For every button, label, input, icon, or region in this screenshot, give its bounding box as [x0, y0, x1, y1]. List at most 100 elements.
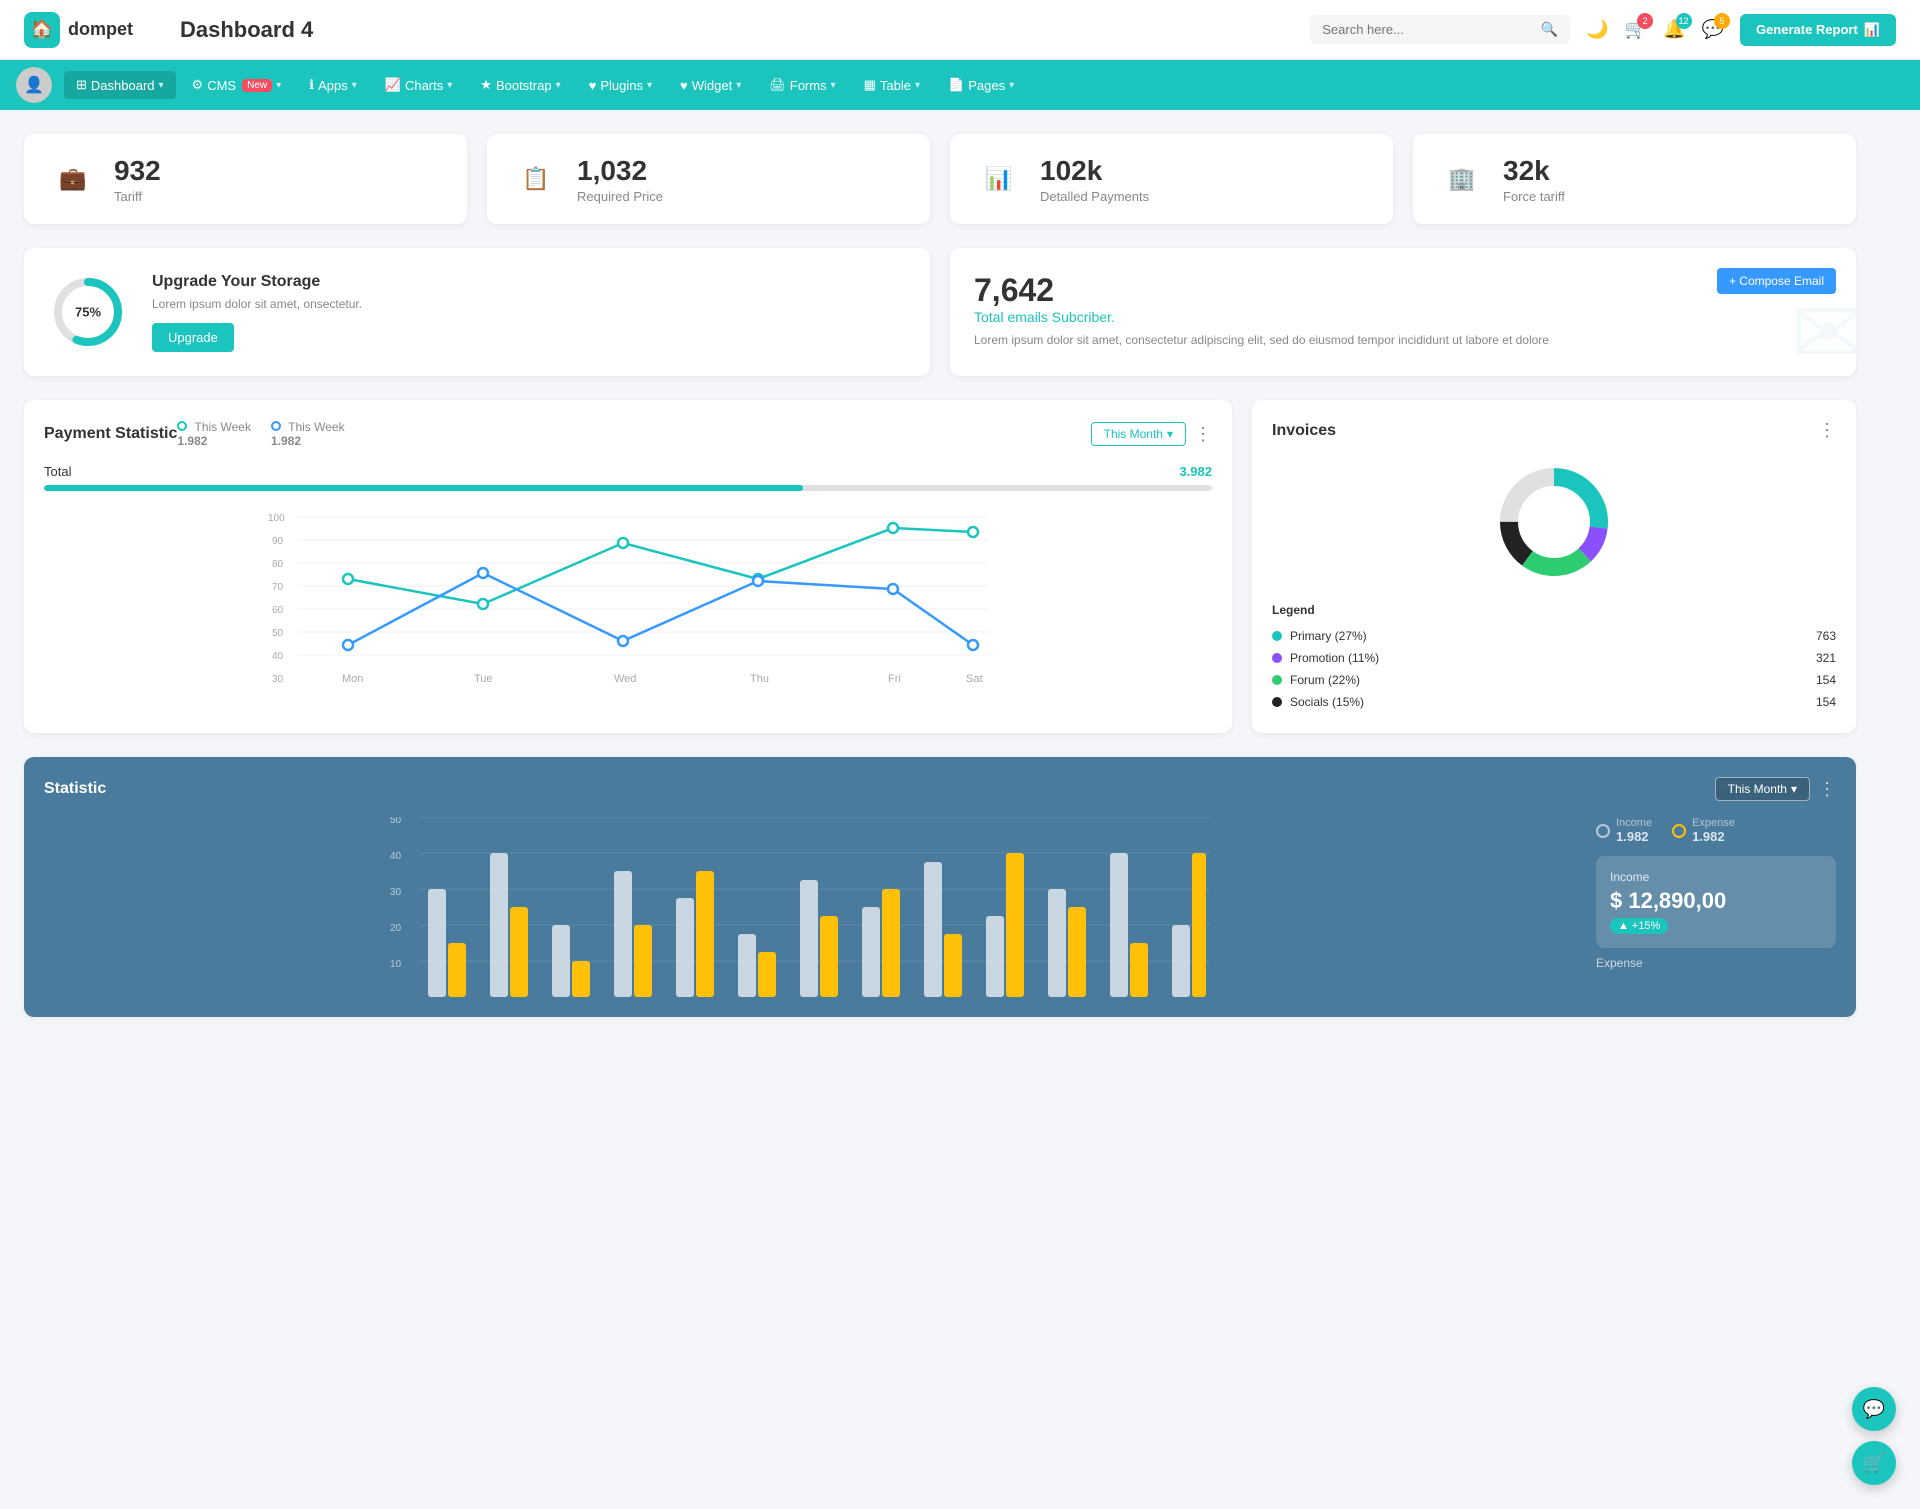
svg-text:Fri: Fri	[888, 673, 901, 685]
payment-chart-title: Payment Statistic	[44, 425, 177, 443]
income-box: Income $ 12,890,00 ▲ +15%	[1596, 856, 1836, 948]
plugins-icon: ♥	[589, 78, 597, 93]
email-subscriber-count: 7,642	[974, 272, 1832, 309]
svg-text:Mon: Mon	[342, 673, 363, 685]
socials-value: 154	[1816, 695, 1836, 709]
generate-report-button[interactable]: Generate Report 📊	[1740, 14, 1896, 46]
logo-text: dompet	[68, 19, 133, 40]
logo-icon: 🏠	[24, 12, 60, 48]
invoices-donut-svg	[1489, 457, 1619, 587]
invoices-header: Invoices ⋮	[1272, 420, 1836, 441]
cart-fab-button[interactable]: 🛒	[1852, 1441, 1896, 1485]
nav-item-dashboard[interactable]: ⊞ Dashboard ▾	[64, 71, 176, 99]
email-bg-icon: ✉	[1791, 281, 1856, 376]
legend-forum: Forum (22%) 154	[1272, 669, 1836, 691]
payment-chart-header: Payment Statistic This Week 1.982 This W…	[44, 420, 1212, 448]
nav-charts-label: Charts	[405, 78, 443, 93]
svg-text:90: 90	[272, 536, 284, 547]
avatar-image: 👤	[16, 67, 52, 103]
cms-badge: New	[242, 79, 272, 92]
legend-primary: Primary (27%) 763	[1272, 625, 1836, 647]
nav-item-forms[interactable]: 🖨 Forms ▾	[757, 71, 847, 99]
main-content: 💼 932 Tariff 📋 1,032 Required Price 📊 10…	[0, 110, 1880, 1041]
promotion-value: 321	[1816, 651, 1836, 665]
bar-chart-area: 50 40 30 20 10	[44, 817, 1556, 997]
line-chart-container: 100 90 80 70 60 50 40 30	[44, 507, 1212, 690]
total-value: 3.982	[1179, 464, 1212, 479]
moon-icon[interactable]: 🌙	[1586, 19, 1608, 40]
statistic-controls: This Month ▾ ⋮	[1715, 777, 1836, 801]
income-legend: Income 1.982	[1596, 817, 1652, 844]
svg-text:40: 40	[390, 851, 402, 862]
navbar: 👤 ⊞ Dashboard ▾ ⚙ CMS New ▾ ℹ Apps ▾ 📈 C…	[0, 60, 1920, 110]
email-subtitle: Total emails Subcriber.	[974, 309, 1832, 325]
svg-text:30: 30	[390, 887, 402, 898]
nav-item-table[interactable]: ▦ Table ▾	[852, 71, 932, 99]
nav-item-charts[interactable]: 📈 Charts ▾	[373, 71, 465, 99]
this-month-button[interactable]: This Month ▾	[1091, 422, 1186, 446]
nav-item-plugins[interactable]: ♥ Plugins ▾	[577, 72, 664, 99]
expense-legend: Expense 1.982	[1672, 817, 1735, 844]
promotion-dot	[1272, 653, 1282, 663]
nav-item-pages[interactable]: 📄 Pages ▾	[936, 71, 1026, 99]
socials-label: Socials (15%)	[1290, 695, 1364, 709]
nav-forms-label: Forms	[790, 78, 827, 93]
shop-icon-btn[interactable]: 🛒 2	[1625, 19, 1647, 40]
invoices-more-icon[interactable]: ⋮	[1818, 420, 1836, 441]
bell-icon-btn[interactable]: 🔔 12	[1663, 19, 1685, 40]
legend-this-week-2: This Week 1.982	[271, 420, 345, 448]
chart-controls: This Month ▾ ⋮	[1091, 422, 1212, 446]
stat-cards-grid: 💼 932 Tariff 📋 1,032 Required Price 📊 10…	[24, 134, 1856, 224]
cms-icon: ⚙	[192, 77, 204, 93]
line-chart-svg: 100 90 80 70 60 50 40 30	[44, 507, 1212, 687]
file-dollar-icon: 📋	[511, 154, 561, 204]
header: 🏠 dompet Dashboard 4 🔍 🌙 🛒 2 🔔 12 💬 5 Ge…	[0, 0, 1920, 60]
tariff-value: 932	[114, 155, 161, 187]
statistic-title: Statistic	[44, 780, 106, 798]
svg-text:40: 40	[272, 651, 284, 662]
upgrade-button[interactable]: Upgrade	[152, 323, 234, 352]
stat-card-force-tariff: 🏢 32k Force tariff	[1413, 134, 1856, 224]
statistic-content: 50 40 30 20 10	[44, 817, 1836, 997]
expense-circle	[1672, 824, 1686, 838]
support-fab-button[interactable]: 💬	[1852, 1387, 1896, 1431]
income-amount: $ 12,890,00	[1610, 888, 1822, 914]
statistic-header: Statistic This Month ▾ ⋮	[44, 777, 1836, 801]
invoices-legend-list: Primary (27%) 763 Promotion (11%) 321 Fo…	[1272, 625, 1836, 713]
chat-icon-btn[interactable]: 💬 5	[1702, 19, 1724, 40]
shop-badge: 2	[1637, 13, 1653, 29]
nav-item-apps[interactable]: ℹ Apps ▾	[297, 71, 369, 99]
legend-this-week-1: This Week 1.982	[177, 420, 251, 448]
email-description: Lorem ipsum dolor sit amet, consectetur …	[974, 331, 1832, 349]
forum-value: 154	[1816, 673, 1836, 687]
svg-text:50: 50	[272, 628, 284, 639]
stat-right-panel: Income 1.982 Expense 1.982 Income	[1576, 817, 1836, 997]
charts-icon: 📈	[385, 77, 401, 93]
search-input[interactable]	[1322, 22, 1533, 37]
chevron-down-icon-apps: ▾	[352, 80, 357, 91]
nav-item-cms[interactable]: ⚙ CMS New ▾	[180, 71, 294, 99]
required-price-label: Required Price	[577, 189, 663, 204]
more-options-icon[interactable]: ⋮	[1194, 424, 1212, 445]
search-icon: 🔍	[1541, 21, 1558, 38]
nav-apps-label: Apps	[318, 78, 348, 93]
statistic-more-icon[interactable]: ⋮	[1818, 779, 1836, 800]
payments-value: 102k	[1040, 155, 1149, 187]
income-legend-value: 1.982	[1616, 829, 1652, 844]
upgrade-title: Upgrade Your Storage	[152, 273, 362, 291]
bar-chart-with-axis: 50 40 30 20 10	[44, 817, 1556, 997]
chat-badge: 5	[1714, 13, 1730, 29]
nav-item-widget[interactable]: ♥ Widget ▾	[668, 72, 753, 99]
search-bar[interactable]: 🔍	[1310, 15, 1570, 44]
statistic-month-button[interactable]: This Month ▾	[1715, 777, 1810, 801]
widget-icon: ♥	[680, 78, 688, 93]
total-progress-bar	[44, 485, 1212, 491]
chevron-down-icon-forms: ▾	[831, 80, 836, 91]
nav-item-bootstrap[interactable]: ★ Bootstrap ▾	[468, 71, 572, 99]
bell-badge: 12	[1676, 13, 1692, 29]
page-title: Dashboard 4	[180, 17, 1294, 43]
apps-icon: ℹ	[309, 77, 314, 93]
svg-text:10: 10	[390, 959, 402, 970]
payments-label: Detalled Payments	[1040, 189, 1149, 204]
stat-card-payments: 📊 102k Detalled Payments	[950, 134, 1393, 224]
